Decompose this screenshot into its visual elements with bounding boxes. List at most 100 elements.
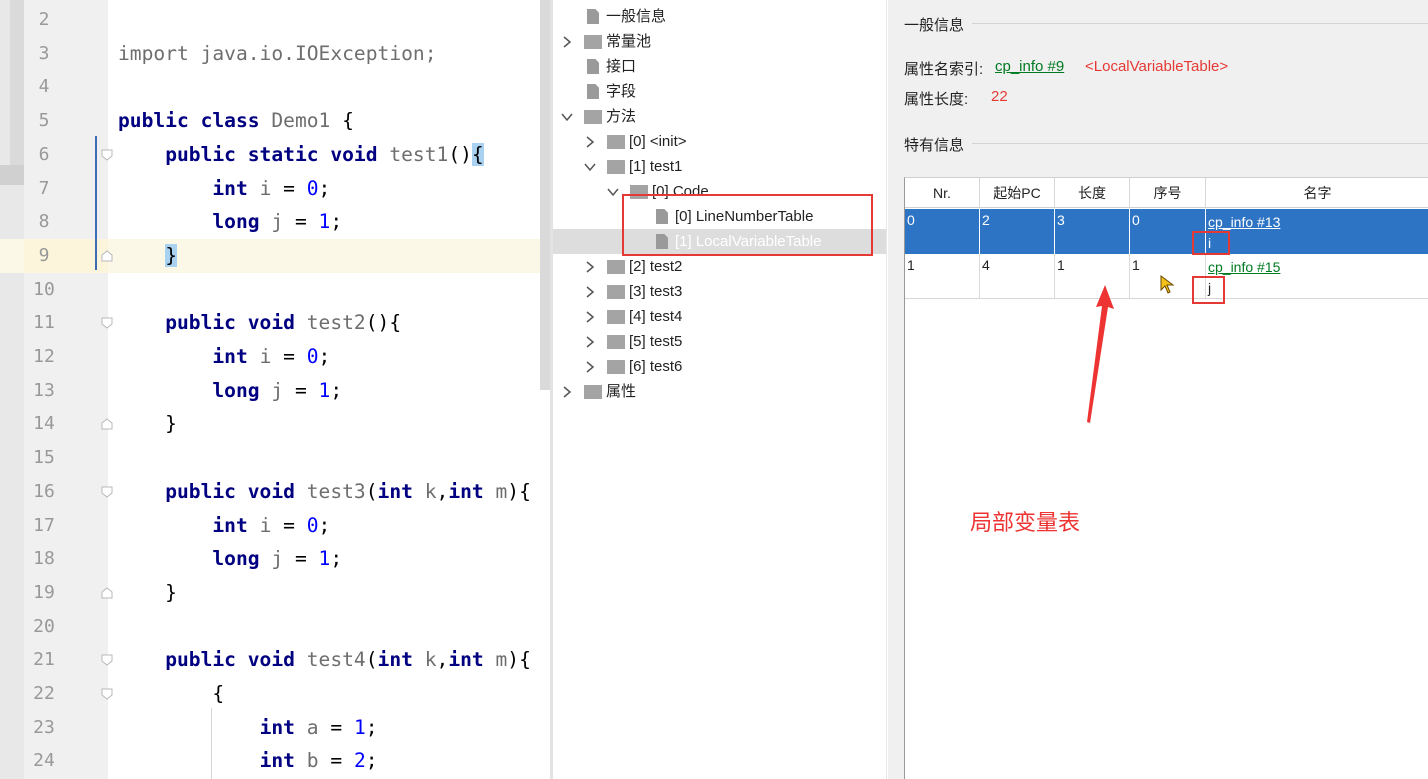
tree-node[interactable]: 属性 (553, 379, 886, 404)
code-line[interactable]: 17 int i = 0; (0, 509, 553, 543)
code-line[interactable]: 4 (0, 70, 553, 104)
tree-node[interactable]: [3] test3 (553, 279, 886, 304)
tree-node[interactable]: [1] test1 (553, 154, 886, 179)
punctuation-token: ; (330, 378, 343, 402)
tree-node[interactable]: 方法 (553, 104, 886, 129)
code-text[interactable]: public void test2(){ (118, 306, 401, 340)
identifier-token: i (259, 345, 284, 368)
attr-name-index-link[interactable]: cp_info #9 (995, 58, 1064, 75)
chevron-right-icon[interactable] (561, 36, 575, 48)
tree-node[interactable]: [4] test4 (553, 304, 886, 329)
code-text[interactable]: public void test3(int k,int m){ (118, 475, 531, 509)
number-token: 1 (318, 378, 331, 402)
fold-marker-icon[interactable] (100, 249, 114, 263)
code-line[interactable]: 16 public void test3(int k,int m){ (0, 475, 553, 509)
class-structure-tree[interactable]: 一般信息 常量池 接口 字段 方法 [0] <init> [1] test1 [0] Code… (553, 0, 887, 779)
punctuation-token: () (448, 142, 472, 166)
code-text[interactable]: long j = 1; (118, 542, 342, 576)
code-line[interactable]: 8 long j = 1; (0, 205, 553, 239)
number-token: 2 (353, 749, 366, 773)
cell-nr: 0 (905, 209, 980, 254)
chevron-down-icon[interactable] (607, 186, 621, 198)
editor-scrollbar[interactable] (540, 0, 550, 390)
chevron-down-icon[interactable] (561, 111, 575, 123)
fold-marker-icon[interactable] (100, 653, 114, 667)
chevron-right-icon[interactable] (561, 386, 575, 398)
tree-node[interactable]: [6] test6 (553, 354, 886, 379)
tree-node[interactable]: 常量池 (553, 29, 886, 54)
tree-node[interactable]: [5] test5 (553, 329, 886, 354)
punctuation-token: = (330, 715, 354, 739)
code-text[interactable]: { (118, 677, 224, 711)
punctuation-token: { (342, 109, 354, 133)
code-line[interactable]: 3 import java.io.IOException; (0, 37, 553, 71)
code-text[interactable]: int b = 2; (118, 744, 378, 778)
tree-node[interactable]: [0] <init> (553, 129, 886, 154)
code-line[interactable]: 18 long j = 1; (0, 542, 553, 576)
column-header-length[interactable]: 长度 (1055, 178, 1130, 208)
code-text[interactable]: } (118, 239, 177, 273)
file-icon (587, 9, 599, 24)
number-token: 0 (306, 513, 319, 537)
chevron-right-icon[interactable] (584, 261, 598, 273)
tree-node[interactable]: [2] test2 (553, 254, 886, 279)
fold-marker-icon[interactable] (100, 485, 114, 499)
line-number: 3 (38, 42, 50, 64)
code-line[interactable]: 24 int b = 2; (0, 744, 553, 778)
code-line[interactable]: 21 public void test4(int k,int m){ (0, 643, 553, 677)
code-text[interactable]: public class Demo1 { (118, 104, 354, 138)
code-text[interactable]: public void test4(int k,int m){ (118, 643, 531, 677)
code-editor[interactable]: 2 3 import java.io.IOException; 4 5 public cl… (0, 0, 553, 779)
code-line[interactable]: 5 public class Demo1 { (0, 104, 553, 138)
code-line[interactable]: 12 int i = 0; (0, 340, 553, 374)
fold-marker-icon[interactable] (100, 316, 114, 330)
line-number: 22 (33, 683, 55, 704)
code-text[interactable]: public static void test1(){ (118, 138, 484, 172)
code-line[interactable]: 2 (0, 3, 553, 37)
code-line[interactable]: 10 (0, 273, 553, 307)
chevron-right-icon[interactable] (584, 311, 598, 323)
code-line[interactable]: 23 int a = 1; (0, 711, 553, 745)
chevron-right-icon[interactable] (584, 361, 598, 373)
fold-marker-icon[interactable] (100, 417, 114, 431)
table-row[interactable]: 0 2 3 0 cp_info #13 i (905, 209, 1428, 254)
identifier-token: Demo1 (271, 109, 343, 133)
code-line[interactable]: 22 { (0, 677, 553, 711)
local-variable-table[interactable]: Nr. 起始PC 长度 序号 名字 0 2 3 0 cp_info #13 i … (904, 177, 1428, 779)
code-text[interactable]: long j = 1; (118, 205, 342, 239)
fold-marker-icon[interactable] (100, 148, 114, 162)
code-text[interactable]: long j = 1; (118, 374, 342, 408)
column-header-nr[interactable]: Nr. (905, 178, 980, 208)
column-header-index[interactable]: 序号 (1130, 178, 1206, 208)
code-text[interactable]: import java.io.IOException; (118, 37, 437, 71)
name-cp-link[interactable]: cp_info #15 (1208, 257, 1427, 278)
column-header-name[interactable]: 名字 (1206, 178, 1428, 208)
column-header-start-pc[interactable]: 起始PC (980, 178, 1055, 208)
code-line[interactable]: 15 (0, 441, 553, 475)
code-text[interactable]: int a = 1; (118, 711, 378, 745)
chevron-down-icon[interactable] (584, 161, 598, 173)
code-text[interactable]: int i = 0; (118, 509, 330, 543)
chevron-right-icon[interactable] (584, 136, 598, 148)
chevron-right-icon[interactable] (584, 286, 598, 298)
fold-marker-icon[interactable] (100, 586, 114, 600)
code-line[interactable]: 9 } (0, 238, 553, 273)
chevron-right-icon[interactable] (584, 336, 598, 348)
code-text[interactable]: } (118, 576, 177, 610)
code-text[interactable]: int i = 0; (118, 340, 330, 374)
code-line[interactable]: 11 public void test2(){ (0, 306, 553, 340)
code-line[interactable]: 13 long j = 1; (0, 374, 553, 408)
code-line[interactable]: 19 } (0, 576, 553, 610)
code-text[interactable]: int i = 0; (118, 172, 330, 206)
tree-node[interactable]: 一般信息 (553, 4, 886, 29)
tree-node[interactable]: 字段 (553, 79, 886, 104)
code-line[interactable]: 6 public static void test1(){ (0, 138, 553, 172)
code-line[interactable]: 20 (0, 610, 553, 644)
tree-node[interactable]: 接口 (553, 54, 886, 79)
name-cp-link[interactable]: cp_info #13 (1208, 212, 1427, 233)
code-line[interactable]: 14 } (0, 407, 553, 441)
code-text[interactable]: } (118, 407, 177, 441)
code-line[interactable]: 7 int i = 0; (0, 172, 553, 206)
keyword-token: int (212, 176, 260, 200)
fold-marker-icon[interactable] (100, 687, 114, 701)
